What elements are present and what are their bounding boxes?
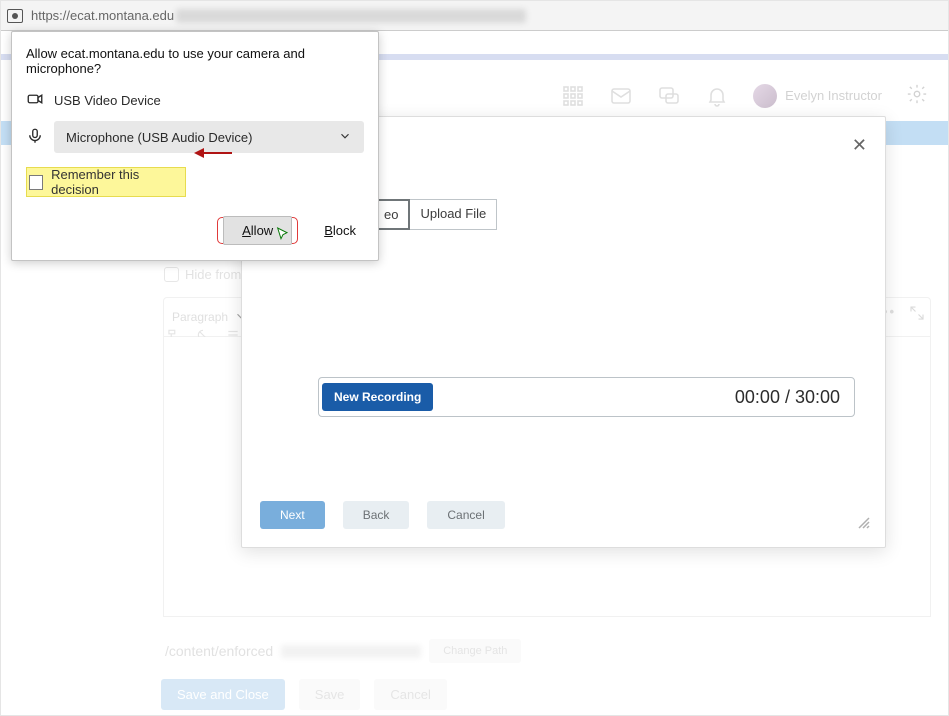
remember-label: Remember this decision xyxy=(51,167,181,197)
camera-row: USB Video Device xyxy=(26,90,364,111)
block-button[interactable]: Block xyxy=(320,217,360,244)
resize-grip-icon[interactable] xyxy=(857,516,871,533)
tab-upload-file[interactable]: Upload File xyxy=(410,199,497,230)
permission-buttons: Allow Block xyxy=(26,217,364,244)
new-recording-button[interactable]: New Recording xyxy=(322,383,433,411)
modal-buttons: Next Back Cancel xyxy=(260,501,505,529)
camera-label: USB Video Device xyxy=(54,93,161,108)
camera-icon xyxy=(26,90,44,111)
permission-title: Allow ecat.montana.edu to use your camer… xyxy=(26,46,364,76)
allow-highlight-box: Allow xyxy=(217,217,298,244)
cancel-modal-button[interactable]: Cancel xyxy=(427,501,504,529)
chevron-down-icon xyxy=(338,129,352,146)
cursor-pointer-icon xyxy=(275,226,291,245)
next-button[interactable]: Next xyxy=(260,501,325,529)
address-bar: https://ecat.montana.edu xyxy=(1,1,948,31)
microphone-selected-label: Microphone (USB Audio Device) xyxy=(66,130,252,145)
recording-bar: New Recording 00:00 / 30:00 xyxy=(318,377,855,417)
annotation-arrow-icon xyxy=(194,147,232,162)
back-button[interactable]: Back xyxy=(343,501,410,529)
recording-timer: 00:00 / 30:00 xyxy=(735,387,840,408)
modal-tabs: eo Upload File xyxy=(372,199,497,230)
checkbox-icon xyxy=(29,175,43,190)
permission-dialog: Allow ecat.montana.edu to use your camer… xyxy=(11,31,379,261)
url-blurred-part xyxy=(176,9,526,23)
microphone-icon xyxy=(26,127,44,148)
site-identity-icon[interactable] xyxy=(7,9,23,23)
remember-decision-checkbox[interactable]: Remember this decision xyxy=(26,167,186,197)
url-text[interactable]: https://ecat.montana.edu xyxy=(31,8,174,23)
close-icon[interactable]: ✕ xyxy=(852,135,867,156)
